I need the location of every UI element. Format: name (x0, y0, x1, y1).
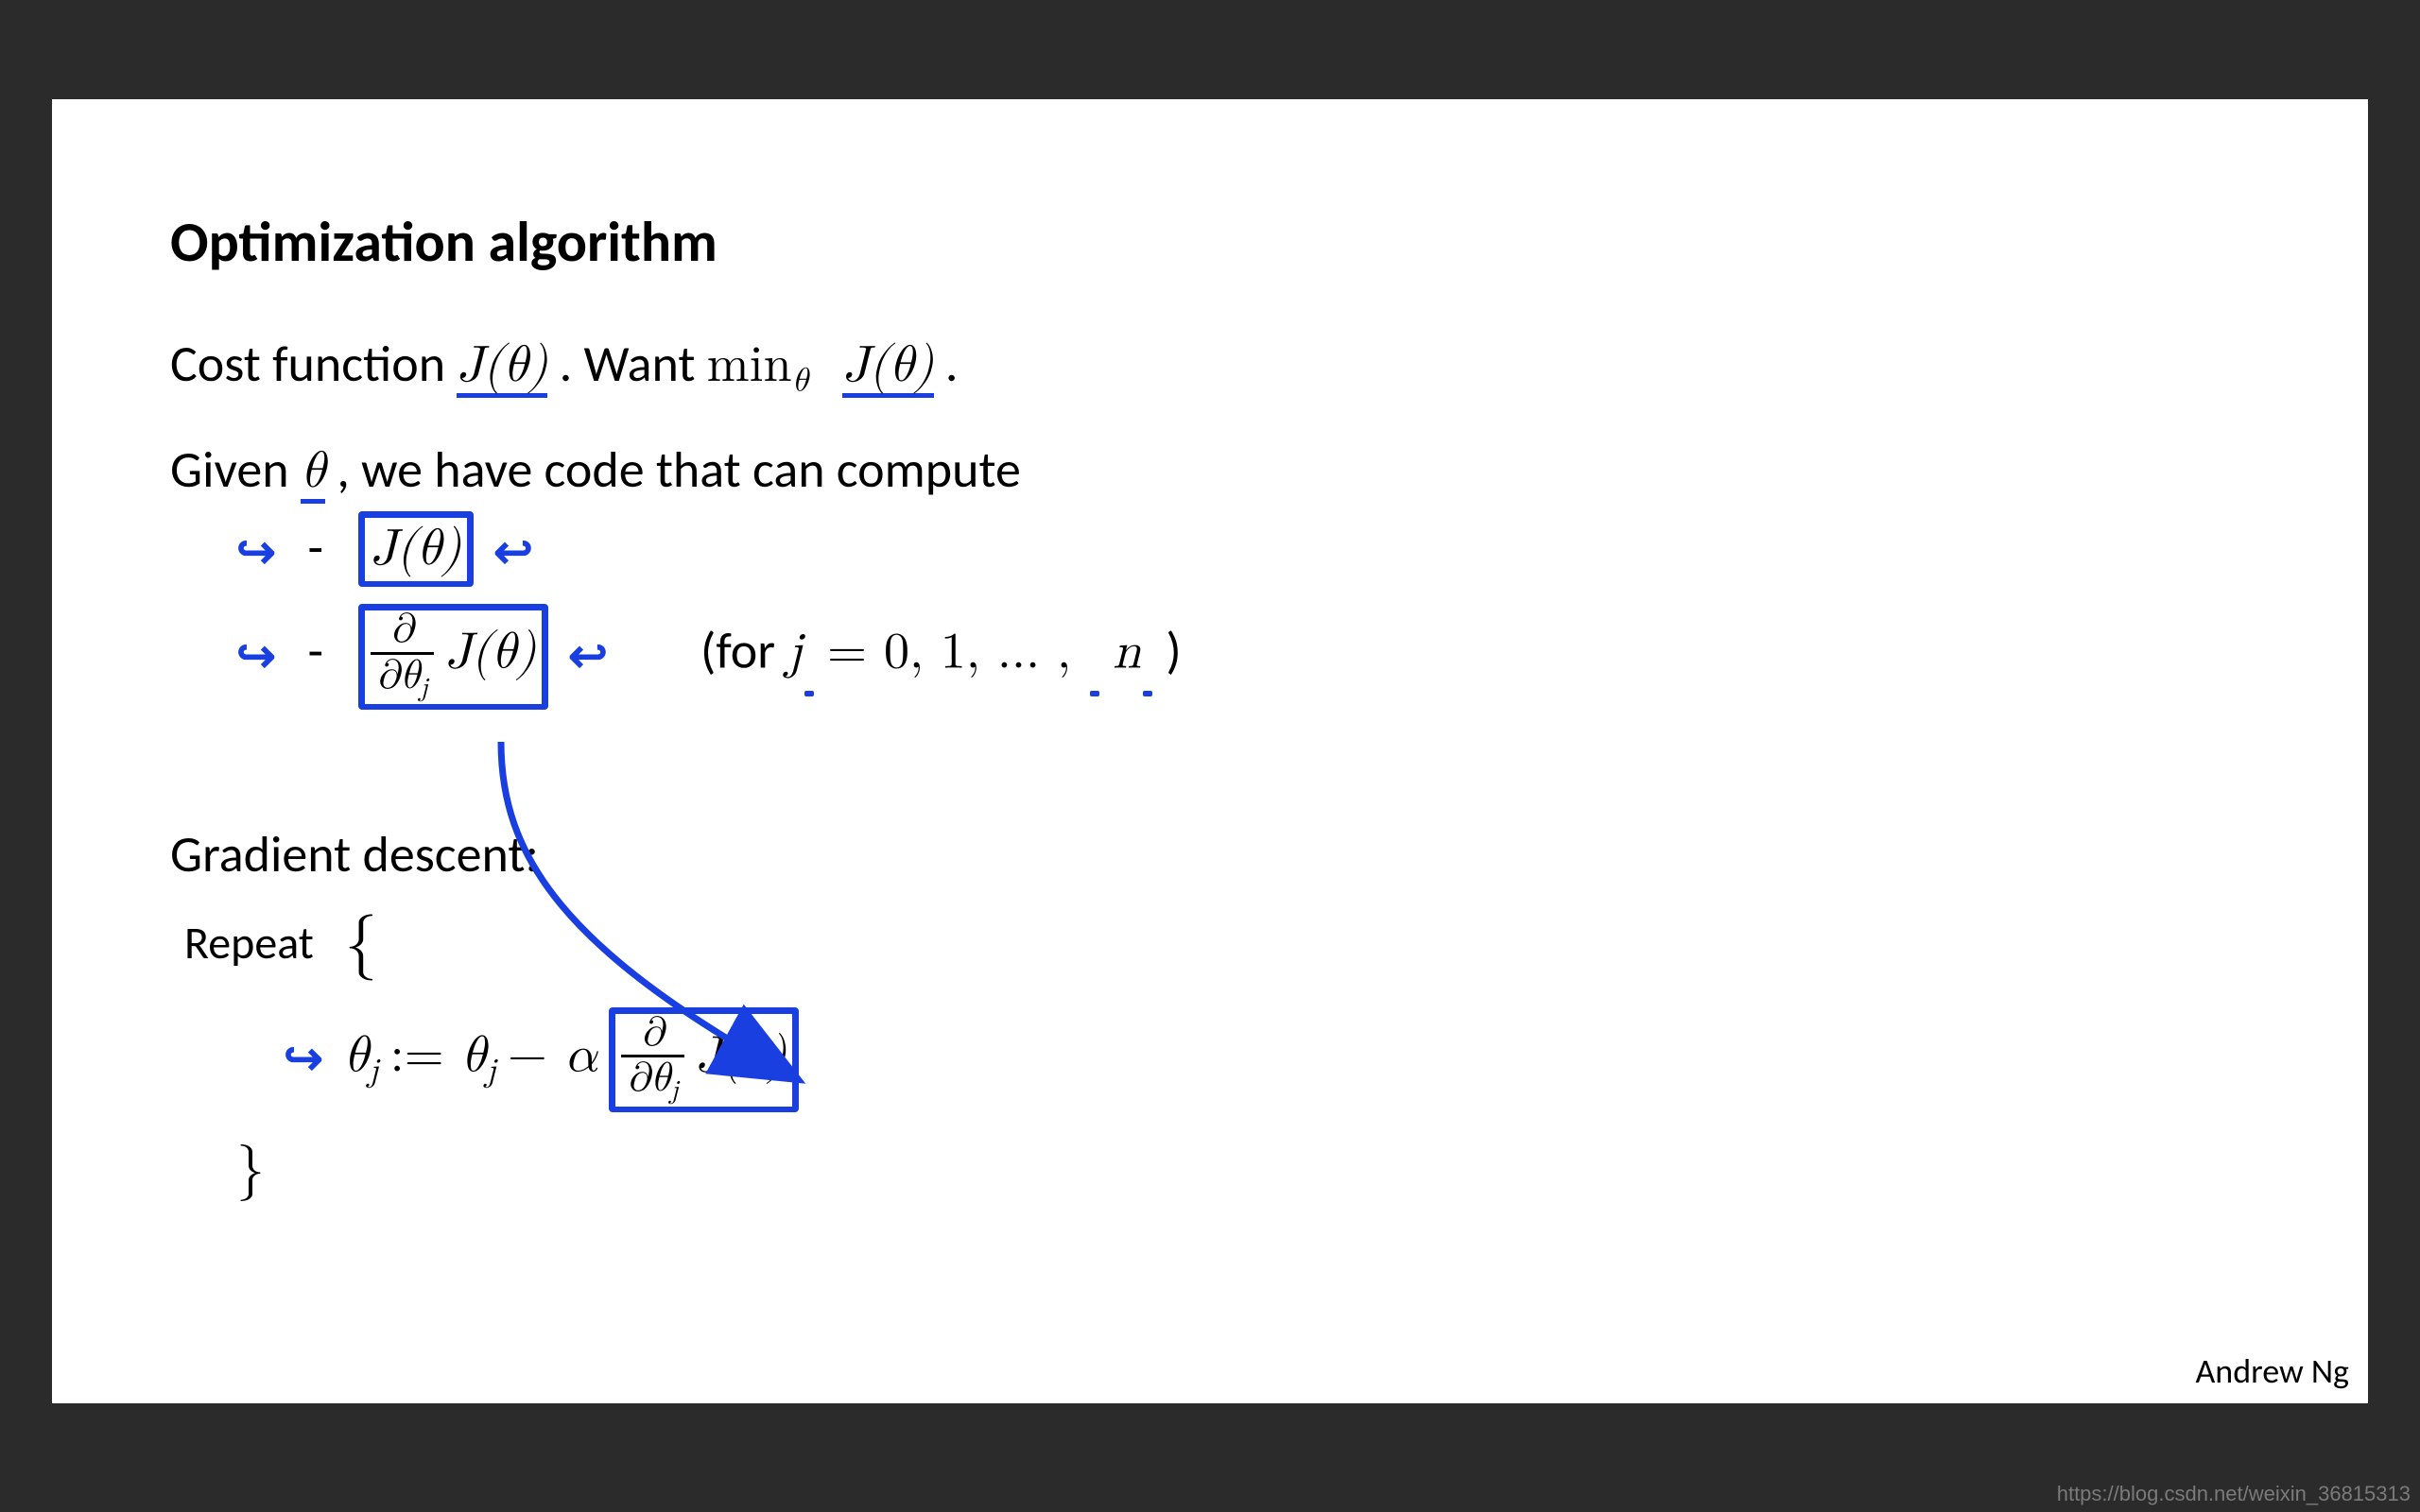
minus: − (508, 1030, 564, 1081)
arrow-left-icon: ↪ (496, 524, 533, 581)
slide-content: Optimization algorithm Cost function J(θ… (170, 208, 2250, 1204)
text: Cost function (170, 333, 457, 395)
partial-num: ∂ (390, 610, 414, 650)
partial-den-sub: j (670, 1077, 679, 1104)
for-close: ) (1166, 620, 1181, 682)
slide-title: Optimization algorithm (170, 208, 2250, 277)
stage: Optimization algorithm Cost function J(θ… (0, 0, 2420, 1512)
accent-mark-icon (804, 691, 814, 696)
update-rule: ↪ θj := θj − α ∂ ∂θj J(θ) (284, 1007, 2250, 1112)
arrow-right-icon: ↪ (236, 524, 273, 581)
bullet-partial: ↪ - ∂ ∂θj J(θ) ↪ (for j = 0, 1, … , (236, 604, 2250, 709)
j-index: j (786, 627, 803, 679)
accent-mark-icon (1090, 691, 1099, 696)
partial-num: ∂ (641, 1013, 665, 1054)
partial-den-sub: j (420, 675, 428, 701)
theta-j-rhs: θ (461, 1030, 486, 1081)
slide: Optimization algorithm Cost function J(θ… (52, 99, 2368, 1403)
author-credit: Andrew Ng (2195, 1350, 2349, 1392)
box-j-theta: J(θ) (358, 511, 474, 587)
accent-mark-icon (1143, 691, 1152, 696)
repeat-word: Repeat (184, 915, 314, 971)
close-brace: } (236, 1136, 2250, 1204)
gradient-descent-heading: Gradient descent: (170, 823, 2250, 885)
partial-fraction: ∂ ∂θj (371, 609, 434, 702)
j-theta-2: J(θ) (842, 340, 933, 398)
partial-den: ∂θ (627, 1058, 670, 1099)
j-theta-1: J(θ) (457, 340, 547, 398)
box-update-partial: ∂ ∂θj J(θ) (609, 1007, 799, 1112)
text: , we have code that can compute (337, 438, 1021, 501)
arrow-right-icon: ↪ (284, 1030, 320, 1088)
watermark: https://blog.csdn.net/weixin_36815313 (2057, 1482, 2411, 1506)
j-theta-box: J(θ) (371, 524, 461, 575)
assign: := (390, 1030, 461, 1081)
min-op: min (707, 340, 792, 391)
given-line: Given θ , we have code that can compute (170, 439, 2250, 503)
cost-function-line: Cost function J(θ) . Want minθ J(θ) . (170, 334, 2250, 402)
theta: θ (301, 446, 325, 504)
text: . (945, 333, 959, 395)
partial-den: ∂θ (376, 656, 420, 696)
n: n (1113, 627, 1141, 679)
dash: - (308, 620, 324, 682)
repeat-line: Repeat { (184, 904, 2250, 984)
open-brace: { (344, 911, 377, 977)
j-theta-partial: J(θ) (445, 627, 536, 679)
arrow-right-icon: ↪ (236, 627, 273, 685)
j-theta-update: J(θ) (696, 1030, 786, 1081)
text: Given (170, 438, 301, 501)
box-partial: ∂ ∂θj J(θ) (358, 604, 548, 709)
for-open: (for (700, 620, 786, 682)
bullet-j-theta: ↪ - J(θ) ↪ (236, 511, 2250, 587)
range: = 0, 1, … , (827, 627, 1088, 679)
min-sub: θ (792, 365, 808, 398)
sub-j: j (486, 1055, 496, 1088)
text: . Want (560, 333, 707, 395)
alpha: α (564, 1030, 597, 1081)
arrow-left-icon: ↪ (571, 627, 608, 685)
theta-j-lhs: θ (343, 1030, 368, 1081)
dash: - (308, 516, 324, 578)
partial-fraction: ∂ ∂θj (621, 1012, 684, 1106)
sub-j: j (369, 1055, 379, 1088)
